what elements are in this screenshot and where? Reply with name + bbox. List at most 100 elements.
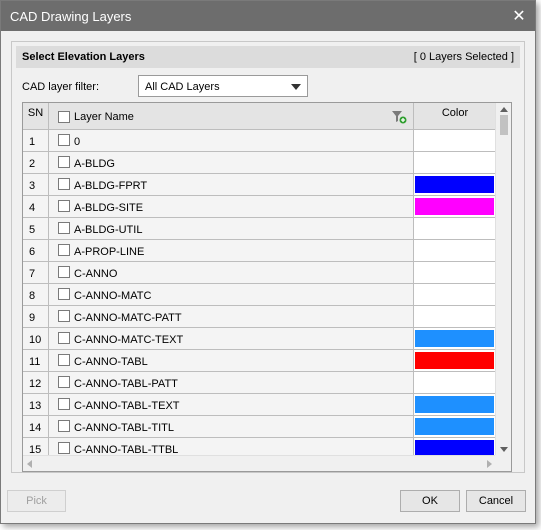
row-color-cell[interactable] (414, 130, 496, 151)
layer-name: A-BLDG (74, 158, 115, 170)
table-row[interactable]: 14 C-ANNO-TABL-TITL (23, 416, 496, 438)
layer-checkbox[interactable] (58, 442, 70, 454)
layer-name: C-ANNO-TABL-TEXT (74, 400, 180, 412)
row-color-cell[interactable] (414, 284, 496, 305)
layer-checkbox[interactable] (58, 420, 70, 432)
layer-checkbox[interactable] (58, 398, 70, 410)
row-color-cell[interactable] (414, 152, 496, 173)
table-row[interactable]: 13 C-ANNO-TABL-TEXT (23, 394, 496, 416)
table-row[interactable]: 10 (23, 130, 496, 152)
chevron-down-icon[interactable] (291, 84, 301, 90)
color-swatch (415, 198, 494, 215)
layer-checkbox[interactable] (58, 310, 70, 322)
layer-name: C-ANNO-MATC-PATT (74, 312, 182, 324)
layer-name: C-ANNO-TABL-PATT (74, 378, 178, 390)
layer-checkbox[interactable] (58, 156, 70, 168)
row-color-cell[interactable] (414, 350, 496, 371)
window-title: CAD Drawing Layers (10, 9, 132, 24)
layer-checkbox[interactable] (58, 354, 70, 366)
layers-selected-count: [ 0 Layers Selected ] (413, 51, 514, 63)
row-color-cell[interactable] (414, 196, 496, 217)
close-icon[interactable]: ✕ (503, 1, 535, 31)
row-color-cell[interactable] (414, 262, 496, 283)
layer-checkbox[interactable] (58, 134, 70, 146)
row-color-cell[interactable] (414, 416, 496, 437)
table-row[interactable]: 5 A-BLDG-UTIL (23, 218, 496, 240)
filter-add-icon[interactable] (391, 110, 407, 124)
row-sn: 11 (23, 350, 49, 371)
scroll-up-icon[interactable] (500, 107, 508, 112)
table-row[interactable]: 11 C-ANNO-TABL (23, 350, 496, 372)
ok-button[interactable]: OK (400, 490, 460, 512)
layer-checkbox[interactable] (58, 376, 70, 388)
pick-button[interactable]: Pick (7, 490, 66, 512)
table-row[interactable]: 3 A-BLDG-FPRT (23, 174, 496, 196)
layer-name: 0 (74, 136, 81, 148)
table-row[interactable]: 7 C-ANNO (23, 262, 496, 284)
row-sn: 12 (23, 372, 49, 393)
layer-checkbox[interactable] (58, 178, 70, 190)
table-row[interactable]: 8 C-ANNO-MATC (23, 284, 496, 306)
row-layer-name-cell: A-BLDG (49, 152, 414, 173)
group-header: Select Elevation Layers [ 0 Layers Selec… (16, 46, 520, 68)
scrollbar-corner (495, 455, 511, 471)
scroll-right-icon[interactable] (487, 460, 492, 468)
layer-checkbox[interactable] (58, 200, 70, 212)
layer-checkbox[interactable] (58, 288, 70, 300)
scroll-down-icon[interactable] (500, 447, 508, 452)
table-row[interactable]: 4 A-BLDG-SITE (23, 196, 496, 218)
row-color-cell[interactable] (414, 372, 496, 393)
horizontal-scrollbar[interactable] (23, 455, 496, 471)
scroll-left-icon[interactable] (27, 460, 32, 468)
table-row[interactable]: 6 A-PROP-LINE (23, 240, 496, 262)
group-title: Select Elevation Layers (22, 51, 145, 63)
table-row[interactable]: 12 C-ANNO-TABL-PATT (23, 372, 496, 394)
column-header-layer-name[interactable]: Layer Name (49, 103, 414, 130)
cad-layer-filter-dropdown[interactable]: All CAD Layers (138, 75, 308, 97)
row-color-cell[interactable] (414, 218, 496, 239)
row-color-cell[interactable] (414, 394, 496, 415)
row-layer-name-cell: C-ANNO (49, 262, 414, 283)
row-color-cell[interactable] (414, 174, 496, 195)
column-header-layer-name-label: Layer Name (74, 111, 134, 123)
row-layer-name-cell: C-ANNO-TABL-PATT (49, 372, 414, 393)
layer-name: C-ANNO-MATC-TEXT (74, 334, 184, 346)
layer-checkbox[interactable] (58, 222, 70, 234)
row-color-cell[interactable] (414, 240, 496, 261)
layer-name: A-BLDG-FPRT (74, 180, 148, 192)
color-swatch (415, 330, 494, 347)
column-header-color[interactable]: Color (414, 103, 496, 130)
scrollbar-thumb[interactable] (500, 115, 508, 135)
vertical-scrollbar[interactable] (495, 103, 511, 456)
table-row[interactable]: 9 C-ANNO-MATC-PATT (23, 306, 496, 328)
cancel-button[interactable]: Cancel (466, 490, 526, 512)
grid-header: SN Layer Name Color (23, 103, 496, 130)
row-sn: 10 (23, 328, 49, 349)
row-sn: 2 (23, 152, 49, 173)
row-sn: 14 (23, 416, 49, 437)
title-bar: CAD Drawing Layers ✕ (1, 1, 535, 31)
row-layer-name-cell: 0 (49, 130, 414, 151)
layers-grid: SN Layer Name Color 1 0 2 A-BLDG 3 A-BLDG-FPR… (22, 102, 512, 472)
table-row[interactable]: 10 C-ANNO-MATC-TEXT (23, 328, 496, 350)
row-layer-name-cell: C-ANNO-MATC-PATT (49, 306, 414, 327)
cad-layer-filter-label: CAD layer filter: (22, 81, 100, 93)
layer-checkbox[interactable] (58, 332, 70, 344)
column-header-sn[interactable]: SN (23, 103, 49, 130)
layer-checkbox[interactable] (58, 244, 70, 256)
layer-checkbox[interactable] (58, 266, 70, 278)
color-swatch (415, 396, 494, 413)
row-layer-name-cell: C-ANNO-TABL-TITL (49, 416, 414, 437)
row-color-cell[interactable] (414, 328, 496, 349)
color-swatch (415, 352, 494, 369)
row-color-cell[interactable] (414, 306, 496, 327)
row-layer-name-cell: A-PROP-LINE (49, 240, 414, 261)
row-sn: 3 (23, 174, 49, 195)
select-all-checkbox[interactable] (58, 111, 70, 123)
row-sn: 8 (23, 284, 49, 305)
row-sn: 7 (23, 262, 49, 283)
row-sn: 6 (23, 240, 49, 261)
row-layer-name-cell: A-BLDG-FPRT (49, 174, 414, 195)
layer-name: C-ANNO (74, 268, 118, 280)
table-row[interactable]: 2 A-BLDG (23, 152, 496, 174)
